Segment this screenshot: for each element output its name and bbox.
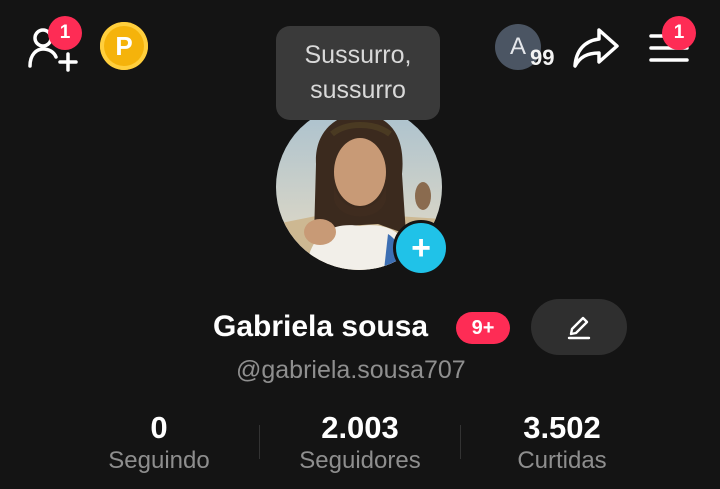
menu-badge: 1: [662, 16, 696, 50]
profile-name: Gabriela sousa: [213, 310, 429, 343]
stat-divider: [259, 425, 260, 459]
followers-count: 2.003: [321, 410, 399, 445]
account-count: 99: [530, 45, 555, 70]
following-label: Seguindo: [108, 447, 210, 474]
plus-icon: +: [411, 229, 431, 267]
share-icon: [573, 28, 619, 68]
stat-following[interactable]: 0 Seguindo: [94, 411, 224, 477]
stat-likes[interactable]: 3.502 Curtidas: [492, 411, 632, 477]
add-photo-button[interactable]: +: [393, 220, 449, 276]
coin-icon: P: [115, 30, 133, 61]
tooltip-line-1: Sussurro,: [304, 41, 412, 69]
account-initial: A: [509, 33, 526, 60]
stat-divider: [460, 425, 461, 459]
add-friends-button[interactable]: 1: [26, 16, 82, 72]
likes-label: Curtidas: [517, 447, 607, 474]
edit-profile-button[interactable]: [531, 299, 627, 355]
followers-label: Seguidores: [299, 447, 421, 474]
profile-handle: @gabriela.sousa707: [236, 356, 466, 384]
name-badge: 9+: [456, 312, 510, 344]
share-button[interactable]: [570, 26, 622, 70]
menu-button[interactable]: 1: [646, 16, 696, 70]
pencil-icon: [567, 316, 591, 340]
stat-followers[interactable]: 2.003 Seguidores: [280, 411, 440, 477]
tooltip: Sussurro, sussurro: [276, 26, 440, 120]
add-friends-badge: 1: [48, 16, 82, 50]
likes-count: 3.502: [523, 410, 601, 445]
following-count: 0: [150, 410, 168, 445]
tooltip-line-2: sussurro: [310, 76, 406, 104]
coins-button[interactable]: P: [100, 22, 148, 70]
